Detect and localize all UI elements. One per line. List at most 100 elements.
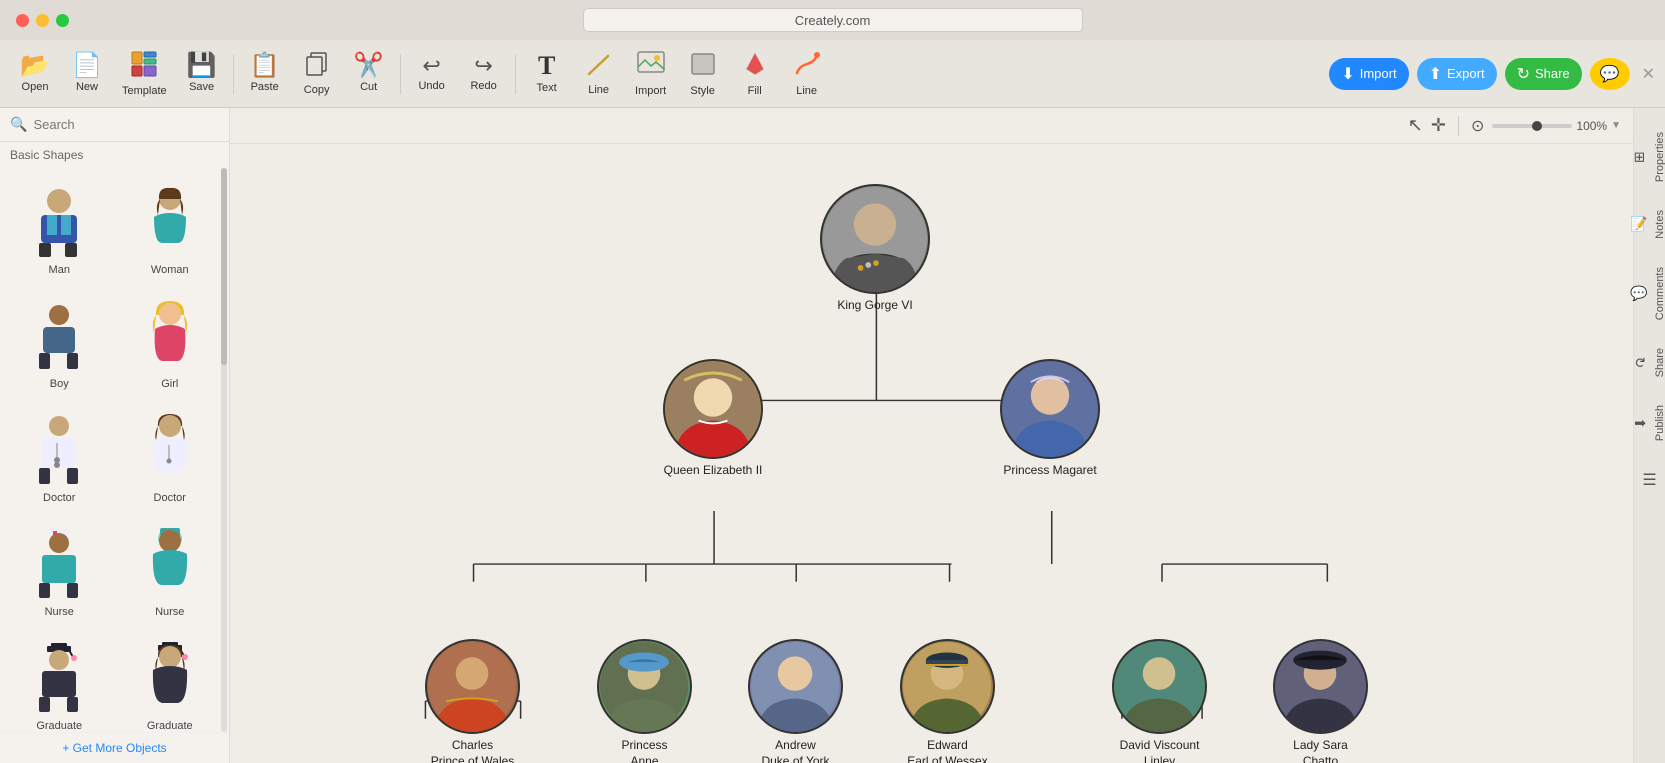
line-icon — [586, 52, 612, 81]
chat-button[interactable]: 💬 — [1590, 58, 1630, 90]
person-node-margaret[interactable]: Princess Magaret — [1000, 359, 1100, 479]
person-node-king[interactable]: King Gorge VI — [820, 184, 930, 314]
shape-name-nurse-f: Nurse — [155, 606, 184, 618]
more-tab[interactable]: ☰ — [1633, 456, 1665, 503]
person-node-edward[interactable]: EdwardEarl of Wessex — [900, 639, 995, 763]
shape-figure-doctor-f — [135, 410, 205, 490]
new-button[interactable]: 📄 New — [62, 48, 112, 99]
cut-label: Cut — [360, 81, 377, 93]
style-label: Style — [690, 85, 714, 97]
person-node-charles[interactable]: CharlesPrince of Wales — [425, 639, 520, 763]
sidebar-scrollbar[interactable] — [221, 168, 227, 732]
save-button[interactable]: 💾 Save — [177, 48, 227, 99]
person-circle-anne — [597, 639, 692, 734]
person-node-david[interactable]: David ViscountLinley — [1112, 639, 1207, 763]
search-input[interactable] — [33, 117, 219, 132]
toolbar: 📂 Open 📄 New Template 💾 Save 📋 Paste Cop… — [0, 40, 1665, 108]
close-window-button[interactable]: ✕ — [1642, 64, 1655, 84]
import-button[interactable]: ⬇ Import — [1329, 58, 1408, 90]
copy-icon — [304, 51, 330, 81]
divider-1 — [233, 54, 234, 94]
redo-button[interactable]: ↪ Redo — [459, 49, 509, 98]
person-circle-david — [1112, 639, 1207, 734]
person-name-anne: PrincessAnne — [621, 738, 667, 763]
text-tool-button[interactable]: T Text — [522, 47, 572, 100]
shape-item-man[interactable]: Man — [4, 172, 115, 286]
share-tab[interactable]: ↻ Share — [1626, 334, 1665, 391]
person-name-margaret: Princess Magaret — [1003, 463, 1096, 479]
shape-item-grad-f[interactable]: Graduate — [115, 628, 226, 732]
shape-name-boy: Boy — [50, 378, 69, 390]
shapes-sidebar: 🔍 Basic Shapes — [0, 108, 230, 763]
select-tool-icon[interactable]: ↖ — [1408, 115, 1423, 136]
shape-name-woman: Woman — [151, 264, 189, 276]
person-name-edward: EdwardEarl of Wessex — [907, 738, 987, 763]
person-name-king: King Gorge VI — [837, 298, 912, 314]
line-tool-button[interactable]: Line — [574, 46, 624, 102]
new-label: New — [76, 81, 98, 93]
shape-item-nurse-m[interactable]: Nurse — [4, 514, 115, 628]
open-button[interactable]: 📂 Open — [10, 48, 60, 99]
zoom-slider[interactable] — [1492, 124, 1572, 128]
open-label: Open — [22, 81, 49, 93]
person-node-queen[interactable]: Queen Elizabeth II — [663, 359, 763, 479]
maximize-button[interactable] — [56, 14, 69, 27]
person-node-sara[interactable]: Lady SaraChatto — [1273, 639, 1368, 763]
shapes-grid: Man Woman — [0, 168, 229, 732]
copy-button[interactable]: Copy — [292, 45, 342, 102]
shape-figure-nurse-m — [24, 524, 94, 604]
divider-2 — [400, 54, 401, 94]
style-button[interactable]: Style — [678, 45, 728, 103]
divider-3 — [515, 54, 516, 94]
pan-tool-icon[interactable]: ✛ — [1431, 115, 1446, 136]
publish-tab[interactable]: ⬆ Publish — [1626, 391, 1665, 455]
cut-icon: ✂️ — [354, 54, 384, 78]
import-img-button[interactable]: Import — [626, 45, 676, 103]
close-button[interactable] — [16, 14, 29, 27]
minimize-button[interactable] — [36, 14, 49, 27]
zoom-icon[interactable]: ⊙ — [1471, 116, 1484, 136]
properties-tab[interactable]: ⊞ Properties — [1626, 118, 1665, 196]
person-name-charles: CharlesPrince of Wales — [431, 738, 515, 763]
share-icon: ↻ — [1517, 64, 1530, 84]
shape-item-grad-m[interactable]: Graduate — [4, 628, 115, 732]
paste-button[interactable]: 📋 Paste — [240, 48, 290, 99]
canvas-toolbar: ↖ ✛ ⊙ 100% ▼ — [230, 108, 1633, 144]
undo-icon: ↩ — [422, 55, 440, 77]
fill-label: Fill — [748, 85, 762, 97]
new-icon: 📄 — [72, 54, 102, 78]
person-circle-edward — [900, 639, 995, 734]
line2-button[interactable]: Line — [782, 45, 832, 103]
export-button[interactable]: ⬆ Export — [1417, 58, 1497, 90]
person-name-queen: Queen Elizabeth II — [664, 463, 763, 479]
notes-tab[interactable]: 📝 Notes — [1626, 196, 1665, 253]
redo-icon: ↪ — [474, 55, 492, 77]
import-img-label: Import — [635, 85, 666, 97]
cut-button[interactable]: ✂️ Cut — [344, 48, 394, 99]
undo-button[interactable]: ↩ Undo — [407, 49, 457, 98]
share-button[interactable]: ↻ Share — [1505, 58, 1582, 90]
fill-icon — [741, 51, 769, 82]
comments-tab[interactable]: 💬 Comments — [1626, 253, 1665, 334]
import-label: Import — [1360, 66, 1397, 81]
shape-item-boy[interactable]: Boy — [4, 286, 115, 400]
template-button[interactable]: Template — [114, 44, 175, 103]
shape-figure-grad-m — [24, 638, 94, 718]
person-node-anne[interactable]: PrincessAnne — [597, 639, 692, 763]
zoom-dropdown-icon[interactable]: ▼ — [1611, 120, 1621, 131]
person-node-andrew[interactable]: AndrewDuke of York — [748, 639, 843, 763]
shape-item-woman[interactable]: Woman — [115, 172, 226, 286]
main-layout: 🔍 Basic Shapes — [0, 108, 1665, 763]
shape-name-grad-f: Graduate — [147, 720, 193, 732]
shape-item-nurse-f[interactable]: Nurse — [115, 514, 226, 628]
shape-item-girl[interactable]: Girl — [115, 286, 226, 400]
address-bar[interactable]: Creately.com — [583, 8, 1083, 32]
comments-icon: 💬 — [1632, 285, 1648, 302]
shape-figure-grad-f — [135, 638, 205, 718]
shape-name-grad-m: Graduate — [36, 720, 82, 732]
fill-button[interactable]: Fill — [730, 45, 780, 103]
shape-item-doctor-f[interactable]: Doctor — [115, 400, 226, 514]
get-more-objects[interactable]: + Get More Objects — [0, 732, 229, 763]
person-circle-king — [820, 184, 930, 294]
shape-item-doctor-m[interactable]: Doctor — [4, 400, 115, 514]
